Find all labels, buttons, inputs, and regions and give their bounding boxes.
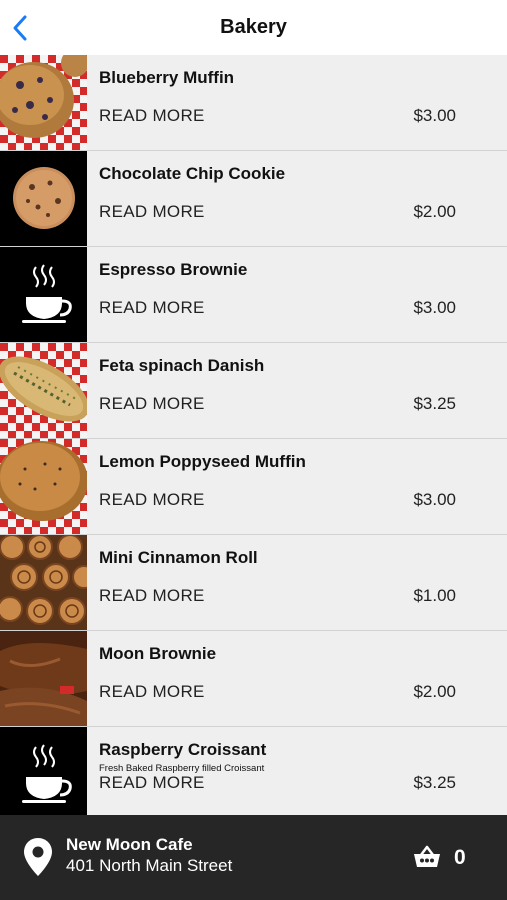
product-list[interactable]: Blueberry Muffin READ MORE $3.00 Chocola…: [0, 55, 507, 815]
read-more-link[interactable]: READ MORE: [99, 586, 205, 606]
read-more-link[interactable]: READ MORE: [99, 773, 205, 793]
list-item[interactable]: Blueberry Muffin READ MORE $3.00: [0, 55, 507, 151]
cafe-address: 401 North Main Street: [66, 856, 233, 875]
cinnamon-roll-photo: [0, 535, 87, 630]
read-more-link[interactable]: READ MORE: [99, 682, 205, 702]
item-info: Blueberry Muffin READ MORE $3.00: [87, 55, 507, 150]
blueberry-muffin-photo: [0, 55, 87, 150]
read-more-link[interactable]: READ MORE: [99, 394, 205, 414]
map-pin-icon: [24, 838, 52, 876]
item-price: $2.00: [413, 682, 456, 701]
item-price: $3.00: [413, 106, 456, 125]
list-item[interactable]: Feta spinach Danish READ MORE $3.25: [0, 343, 507, 439]
read-more-link[interactable]: READ MORE: [99, 298, 205, 318]
item-price: $1.00: [413, 586, 456, 605]
item-price: $2.00: [413, 202, 456, 221]
item-info: Feta spinach Danish READ MORE $3.25: [87, 343, 507, 438]
item-info: Espresso Brownie READ MORE $3.00: [87, 247, 507, 342]
item-name: Moon Brownie: [99, 644, 217, 663]
danish-photo: [0, 343, 87, 438]
item-info: Lemon Poppyseed Muffin READ MORE $3.00: [87, 439, 507, 534]
nav-bar: Bakery: [0, 0, 507, 55]
item-price: $3.25: [413, 394, 456, 413]
cookie-photo: [0, 151, 87, 246]
item-price: $3.00: [413, 490, 456, 509]
list-item[interactable]: Raspberry Croissant Fresh Baked Raspberr…: [0, 727, 507, 815]
item-price: $3.25: [413, 773, 456, 792]
list-item[interactable]: Lemon Poppyseed Muffin READ MORE $3.00: [0, 439, 507, 535]
item-price: $3.00: [413, 298, 456, 317]
read-more-link[interactable]: READ MORE: [99, 202, 205, 222]
item-name: Espresso Brownie: [99, 260, 248, 279]
item-info: Mini Cinnamon Roll READ MORE $1.00: [87, 535, 507, 630]
item-name: Feta spinach Danish: [99, 356, 265, 375]
item-info: Raspberry Croissant Fresh Baked Raspberr…: [87, 727, 507, 815]
item-name: Mini Cinnamon Roll: [99, 548, 258, 567]
brownie-photo: [0, 631, 87, 726]
item-name: Blueberry Muffin: [99, 68, 235, 87]
coffee-cup-placeholder-icon: [0, 247, 87, 342]
cart-count[interactable]: 0: [454, 846, 466, 870]
list-item[interactable]: Mini Cinnamon Roll READ MORE $1.00: [0, 535, 507, 631]
basket-icon[interactable]: [413, 845, 441, 869]
item-name: Raspberry Croissant: [99, 740, 267, 759]
list-item[interactable]: Chocolate Chip Cookie READ MORE $2.00: [0, 151, 507, 247]
item-info: Moon Brownie READ MORE $2.00: [87, 631, 507, 726]
item-info: Chocolate Chip Cookie READ MORE $2.00: [87, 151, 507, 246]
page-title: Bakery: [220, 16, 287, 38]
read-more-link[interactable]: READ MORE: [99, 490, 205, 510]
cafe-name: New Moon Cafe: [66, 835, 193, 854]
item-name: Chocolate Chip Cookie: [99, 164, 286, 183]
list-item[interactable]: Moon Brownie READ MORE $2.00: [0, 631, 507, 727]
read-more-link[interactable]: READ MORE: [99, 106, 205, 126]
lemon-muffin-photo: [0, 439, 87, 534]
location-bar: New Moon Cafe 401 North Main Street 0: [0, 815, 507, 900]
coffee-cup-placeholder-icon: [0, 727, 87, 815]
list-item[interactable]: Espresso Brownie READ MORE $3.00: [0, 247, 507, 343]
item-name: Lemon Poppyseed Muffin: [99, 452, 306, 471]
